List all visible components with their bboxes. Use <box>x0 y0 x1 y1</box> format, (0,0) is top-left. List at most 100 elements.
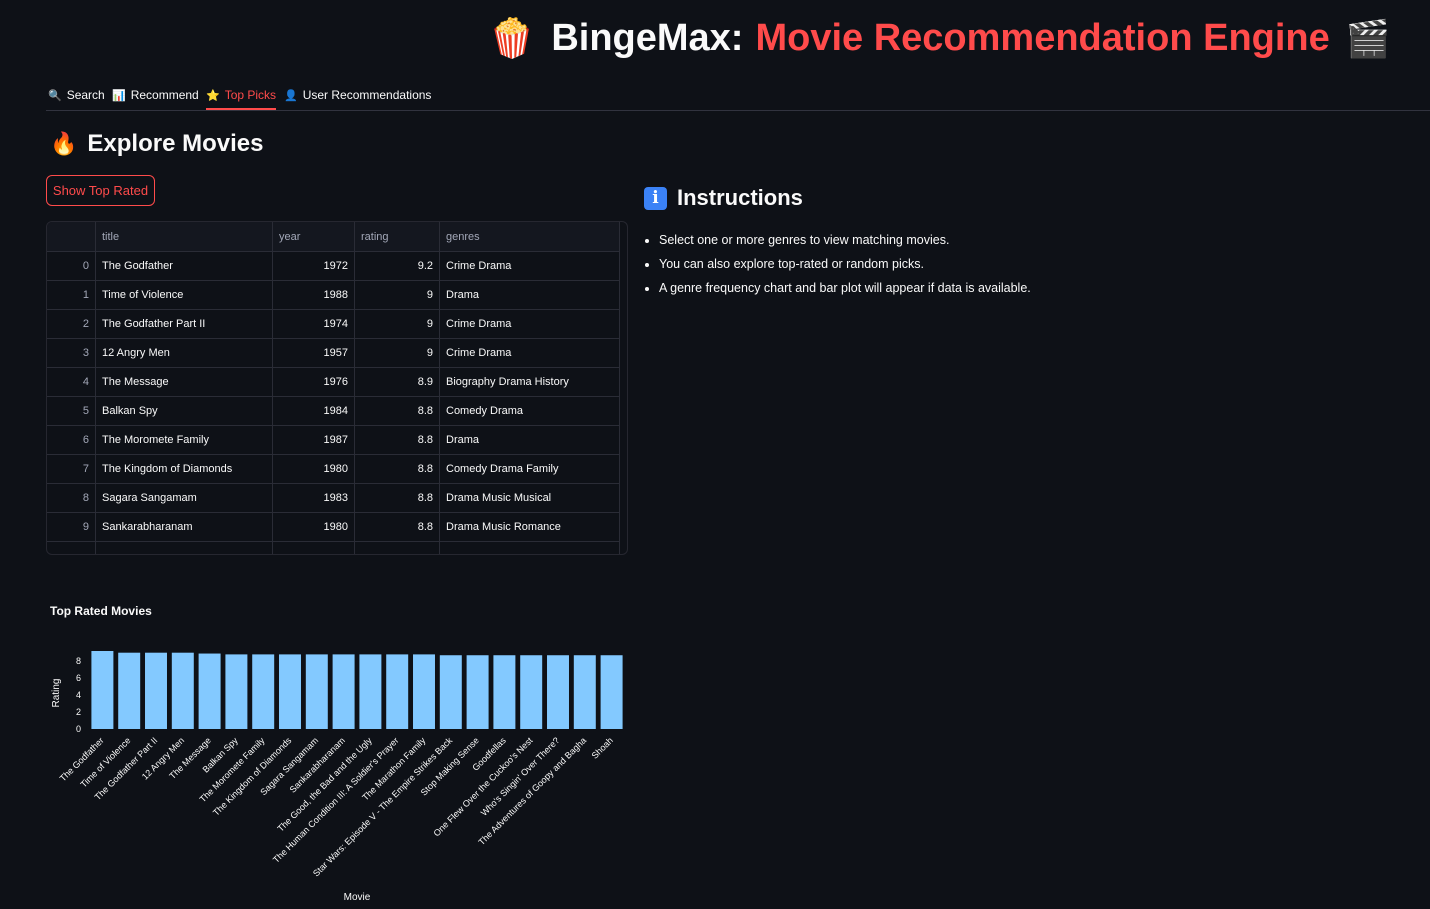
rating-cell: 9.2 <box>354 251 440 281</box>
fire-icon: 🔥 <box>50 131 78 157</box>
list-item: A genre frequency chart and bar plot wil… <box>659 276 1031 300</box>
app-title: BingeMax: <box>551 17 744 59</box>
year-cell: 1987 <box>272 425 355 455</box>
genres-cell: Drama Music Musical <box>439 483 620 513</box>
chart-bar <box>279 654 301 729</box>
genres-cell: Crime Drama <box>439 338 620 368</box>
rating-cell: 8.8 <box>354 512 440 542</box>
chart-bar <box>332 654 355 729</box>
column-header[interactable]: genres <box>439 222 620 252</box>
chart-bar <box>118 652 141 729</box>
chart-bar <box>413 654 435 729</box>
row-index: 9 <box>47 512 96 542</box>
chart-bar <box>493 655 516 729</box>
year-cell: 1980 <box>272 454 355 484</box>
y-tick-label: 0 <box>76 724 81 734</box>
table-row[interactable]: 4 The Message 1976 8.9 Biography Drama Histo… <box>47 367 620 397</box>
instructions-title: Instructions <box>677 185 803 210</box>
genres-cell: Drama <box>439 425 620 455</box>
list-item: Select one or more genres to view matchi… <box>659 228 1031 252</box>
table-row[interactable]: 5 Balkan Spy 1984 8.8 Comedy Drama <box>47 396 620 426</box>
chart-bar <box>520 655 543 729</box>
show-top-rated-button[interactable]: Show Top Rated <box>46 175 155 206</box>
year-cell: 1976 <box>272 367 355 397</box>
instructions-heading: i Instructions <box>644 185 803 211</box>
chart-bar <box>91 651 114 729</box>
genres-cell: Comedy Drama <box>439 396 620 426</box>
tab-label: Search <box>66 88 105 102</box>
table-row[interactable]: 2 The Godfather Part II 1974 9 Crime Drama <box>47 309 620 339</box>
table-row[interactable]: 7 The Kingdom of Diamonds 1980 8.8 Comedy Dr… <box>47 454 620 484</box>
table-row[interactable]: 9 Sankarabharanam 1980 8.8 Drama Music Roman… <box>47 512 620 542</box>
row-index: 2 <box>47 309 96 339</box>
chart-bar <box>386 654 409 729</box>
year-cell: 1983 <box>272 483 355 513</box>
rating-cell: 8.9 <box>354 367 440 397</box>
row-index: 4 <box>47 367 96 397</box>
genres-cell: Crime Drama <box>439 309 620 339</box>
tab-top-picks[interactable]: ⭐ Top Picks <box>206 82 277 110</box>
empty-cell <box>95 541 273 554</box>
chart-bar <box>145 652 167 729</box>
x-tick-label: One Flew Over the Cuckoo's Nest <box>432 735 535 838</box>
rating-cell: 9 <box>354 338 440 368</box>
chart-bar <box>439 655 462 729</box>
empty-cell <box>354 541 440 554</box>
column-header[interactable]: title <box>95 222 273 252</box>
top-rated-bar-chart: 02468The GodfatherTime of ViolenceThe Go… <box>51 651 623 903</box>
title-cell: Time of Violence <box>95 280 273 310</box>
genres-cell: Crime Drama <box>439 251 620 281</box>
movies-table[interactable]: title year rating genres 0 The Godfather 1… <box>46 221 628 555</box>
chart-bar <box>225 654 248 729</box>
row-index: 7 <box>47 454 96 484</box>
chart-bar <box>198 653 221 729</box>
tab-bar: 🔍 Search 📊 Recommend ⭐ Top Picks 👤 User … <box>46 78 1430 111</box>
row-index: 0 <box>47 251 96 281</box>
column-header[interactable]: rating <box>354 222 440 252</box>
year-cell: 1957 <box>272 338 355 368</box>
chart-bar <box>305 654 328 729</box>
row-index: 1 <box>47 280 96 310</box>
tab-search[interactable]: 🔍 Search <box>48 82 105 108</box>
table-row[interactable]: 6 The Moromete Family 1987 8.8 Drama <box>47 425 620 455</box>
bar-chart-icon: 📊 <box>112 88 126 102</box>
row-index: 6 <box>47 425 96 455</box>
rating-cell: 8.8 <box>354 454 440 484</box>
year-cell: 1980 <box>272 512 355 542</box>
app-header: 🍿 BingeMax: Movie Recommendation Engine … <box>0 10 1430 70</box>
rating-cell: 8.8 <box>354 483 440 513</box>
index-header <box>47 222 96 252</box>
rating-cell: 9 <box>354 309 440 339</box>
row-index: 5 <box>47 396 96 426</box>
table-row[interactable]: 1 Time of Violence 1988 9 Drama <box>47 280 620 310</box>
table-row[interactable]: 0 The Godfather 1972 9.2 Crime Drama <box>47 251 620 281</box>
tab-user-recommendations[interactable]: 👤 User Recommendations <box>284 82 431 108</box>
x-tick-label: Shoah <box>590 735 615 760</box>
title-cell: 12 Angry Men <box>95 338 273 368</box>
clapperboard-icon: 🎬 <box>1345 18 1391 60</box>
row-index: 8 <box>47 483 96 513</box>
genres-cell: Drama <box>439 280 620 310</box>
empty-cell <box>439 541 620 554</box>
empty-cell <box>272 541 355 554</box>
title-cell: Balkan Spy <box>95 396 273 426</box>
title-cell: The Godfather <box>95 251 273 281</box>
year-cell: 1974 <box>272 309 355 339</box>
title-cell: The Godfather Part II <box>95 309 273 339</box>
user-icon: 👤 <box>284 88 298 102</box>
column-header[interactable]: year <box>272 222 355 252</box>
genres-cell: Drama Music Romance <box>439 512 620 542</box>
tab-recommend[interactable]: 📊 Recommend <box>112 82 199 108</box>
title-cell: Sankarabharanam <box>95 512 273 542</box>
title-cell: The Message <box>95 367 273 397</box>
app-subtitle: Movie Recommendation Engine <box>755 17 1330 59</box>
rating-cell: 8.8 <box>354 425 440 455</box>
instructions-list: Select one or more genres to view matchi… <box>641 228 1031 300</box>
title-cell: The Moromete Family <box>95 425 273 455</box>
table-row[interactable]: 8 Sagara Sangamam 1983 8.8 Drama Music Music… <box>47 483 620 513</box>
chart-bar <box>547 655 569 729</box>
chart-bar <box>573 655 596 729</box>
genres-cell: Comedy Drama Family <box>439 454 620 484</box>
table-body: 0 The Godfather 1972 9.2 Crime Drama 1 Time of… <box>47 251 620 554</box>
table-row[interactable]: 3 12 Angry Men 1957 9 Crime Drama <box>47 338 620 368</box>
